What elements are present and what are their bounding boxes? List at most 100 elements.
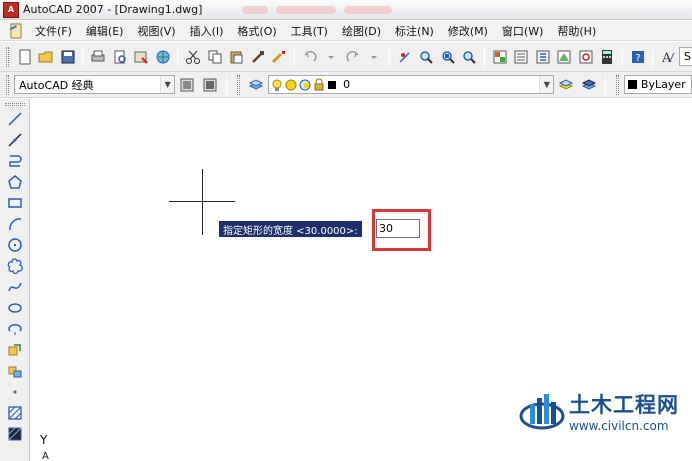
zoom-window-icon[interactable] — [438, 46, 458, 68]
watermark: 土木工程网 www.civilcn.com — [519, 384, 689, 438]
polygon-icon[interactable] — [4, 171, 26, 192]
window-title: AutoCAD 2007 - [Drawing1.dwg] — [23, 3, 203, 16]
menu-insert[interactable]: 插入(I) — [183, 23, 231, 39]
toolbar-separator — [604, 74, 606, 95]
point-icon[interactable] — [4, 381, 26, 402]
toolbar-separator — [225, 74, 227, 95]
new-file-icon[interactable] — [15, 46, 35, 68]
draw-toolbar — [0, 99, 30, 461]
sheet-set-icon[interactable] — [554, 46, 574, 68]
layer-value: 0 — [343, 78, 351, 91]
document-icon[interactable] — [8, 23, 24, 39]
arc-icon[interactable] — [4, 213, 26, 234]
menu-file[interactable]: 文件(F) — [28, 23, 79, 39]
markup-icon[interactable] — [576, 46, 596, 68]
chevron-down-icon[interactable]: ▼ — [160, 76, 175, 93]
menu-dimension[interactable]: 标注(N) — [388, 23, 441, 39]
gradient-icon[interactable] — [4, 423, 26, 444]
toolbar-grip[interactable] — [5, 103, 25, 106]
menu-help[interactable]: 帮助(H) — [550, 23, 603, 39]
menu-tools[interactable]: 工具(T) — [284, 23, 335, 39]
watermark-title: 土木工程网 — [569, 393, 679, 417]
workspace-settings-icon[interactable] — [176, 74, 197, 96]
print-icon[interactable] — [88, 46, 108, 68]
tool-palettes-icon[interactable] — [533, 46, 553, 68]
menu-draw[interactable]: 绘图(D) — [335, 23, 388, 39]
insert-block-icon[interactable] — [4, 339, 26, 360]
workspace-save-icon[interactable] — [199, 74, 220, 96]
text-style-icon[interactable]: A — [658, 46, 678, 68]
blur-mark — [242, 5, 269, 14]
menu-window[interactable]: 窗口(W) — [495, 23, 550, 39]
toolbar-grip[interactable] — [615, 74, 619, 95]
properties-icon[interactable] — [490, 46, 510, 68]
dynamic-input-prompt: 指定矩形的宽度 <30.0000>: — [219, 221, 362, 237]
redo-dropdown-icon[interactable] — [364, 46, 384, 68]
make-block-icon[interactable] — [4, 360, 26, 381]
block-editor-icon[interactable] — [269, 46, 289, 68]
paste-icon[interactable] — [226, 46, 246, 68]
standard-toolbar: ? A S — [0, 42, 692, 72]
layer-previous-icon[interactable] — [579, 74, 600, 96]
svg-text:?: ? — [635, 53, 640, 64]
redo-icon[interactable] — [343, 46, 363, 68]
viewport-freeze-icon — [299, 79, 311, 90]
civilcn-logo-icon — [519, 394, 565, 430]
text-style-combo[interactable]: S — [678, 47, 692, 66]
toolbar-grip[interactable] — [236, 74, 240, 95]
watermark-text: 土木工程网 www.civilcn.com — [569, 389, 679, 433]
pan-icon[interactable] — [395, 46, 415, 68]
revision-cloud-icon[interactable] — [4, 255, 26, 276]
menu-edit[interactable]: 编辑(E) — [79, 23, 131, 39]
cut-icon[interactable] — [183, 46, 203, 68]
save-icon[interactable] — [58, 46, 78, 68]
menu-format[interactable]: 格式(O) — [230, 23, 283, 39]
toolbar-grip[interactable] — [6, 74, 9, 95]
match-properties-icon[interactable] — [248, 46, 268, 68]
watermark-url: www.civilcn.com — [569, 419, 669, 433]
toolbar-grip[interactable] — [6, 46, 9, 67]
print-preview-icon[interactable] — [110, 46, 130, 68]
highlight-box — [372, 209, 431, 251]
workspace-select[interactable]: AutoCAD 经典 ▼ — [13, 75, 176, 94]
toolbar-separator — [293, 46, 295, 67]
ellipse-icon[interactable] — [4, 297, 26, 318]
line-icon[interactable] — [4, 108, 26, 129]
hatch-icon[interactable] — [4, 402, 26, 423]
polyline-icon[interactable] — [4, 150, 26, 171]
toolbar-separator — [652, 46, 654, 67]
circle-icon[interactable] — [4, 234, 26, 255]
menu-modify[interactable]: 修改(M) — [441, 23, 495, 39]
undo-dropdown-icon[interactable] — [321, 46, 341, 68]
toolbar-separator — [82, 46, 84, 67]
chevron-down-icon[interactable]: ▼ — [539, 76, 554, 93]
publish-web-icon[interactable] — [153, 46, 173, 68]
construction-line-icon[interactable] — [4, 129, 26, 150]
layer-select[interactable]: 0 ▼ — [268, 75, 555, 94]
undo-icon[interactable] — [300, 46, 320, 68]
layer-properties-icon[interactable] — [246, 74, 267, 96]
calculator-icon[interactable] — [597, 46, 617, 68]
make-object-layer-current-icon[interactable] — [555, 74, 576, 96]
color-value: ByLayer — [640, 78, 686, 91]
ellipse-arc-icon[interactable] — [4, 318, 26, 339]
color-select[interactable]: ByLayer — [623, 75, 692, 94]
zoom-realtime-icon[interactable] — [416, 46, 436, 68]
toolbar-separator — [483, 46, 485, 67]
open-folder-icon[interactable] — [36, 46, 56, 68]
menu-view[interactable]: 视图(V) — [130, 23, 182, 39]
design-center-icon[interactable] — [511, 46, 531, 68]
text-style-value: S — [683, 50, 691, 63]
publish-icon[interactable] — [131, 46, 151, 68]
help-icon[interactable]: ? — [628, 46, 648, 68]
spline-icon[interactable] — [4, 276, 26, 297]
color-swatch-icon — [627, 80, 637, 89]
autocad-logo-icon: A — [3, 1, 19, 18]
toolbar-separator — [388, 46, 390, 67]
lightbulb-icon — [272, 79, 282, 91]
copy-icon[interactable] — [205, 46, 225, 68]
zoom-previous-icon[interactable] — [459, 46, 479, 68]
title-bar: A AutoCAD 2007 - [Drawing1.dwg] — [0, 0, 692, 20]
rectangle-icon[interactable] — [4, 192, 26, 213]
workspace-toolbar: AutoCAD 经典 ▼ 0 ▼ ByLayer — [0, 72, 692, 98]
